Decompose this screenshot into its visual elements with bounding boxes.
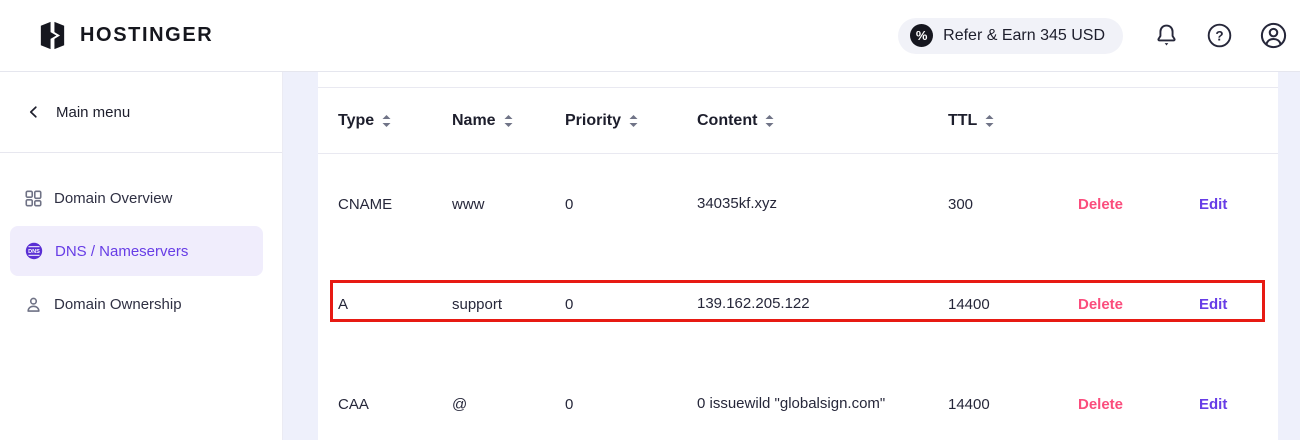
brand-wordmark: HOSTINGER (80, 24, 213, 47)
person-icon (25, 296, 42, 313)
column-header-name[interactable]: Name (452, 112, 565, 130)
back-to-main-menu[interactable]: Main menu (0, 72, 282, 152)
cell-ttl: 14400 (948, 296, 1078, 313)
column-header-priority[interactable]: Priority (565, 112, 697, 130)
svg-text:DNS: DNS (28, 249, 40, 255)
bell-icon (1153, 22, 1180, 49)
edit-record-button[interactable]: Edit (1199, 296, 1227, 313)
percent-badge-icon: % (910, 24, 933, 47)
sidebar-item-label: Domain Overview (54, 190, 172, 207)
help-button[interactable]: ? (1206, 22, 1233, 49)
sidebar: Main menu Domain Overview (0, 72, 283, 440)
column-header-ttl[interactable]: TTL (948, 112, 1078, 130)
table-row-caa: CAA @ 0 0 issuewild "globalsign.com" 144… (318, 354, 1278, 440)
hostinger-logo-icon (36, 19, 69, 52)
cell-content: 34035kf.xyz (697, 190, 897, 218)
sort-icon (984, 114, 995, 128)
sidebar-item-label: Domain Ownership (54, 296, 182, 313)
cell-ttl: 14400 (948, 396, 1078, 413)
column-header-content[interactable]: Content (697, 112, 948, 130)
column-label: Priority (565, 112, 621, 130)
cell-type: CAA (338, 396, 452, 413)
delete-record-button[interactable]: Delete (1078, 396, 1123, 413)
table-header-row: Type Name Priority (318, 88, 1278, 154)
cell-priority: 0 (565, 296, 697, 313)
top-header: HOSTINGER % Refer & Earn 345 USD ? (0, 0, 1300, 72)
account-button[interactable] (1259, 21, 1288, 50)
table-top-edge (318, 72, 1278, 88)
cell-name: www (452, 196, 565, 213)
sidebar-item-domain-overview[interactable]: Domain Overview (10, 173, 263, 223)
sidebar-item-dns-nameservers[interactable]: DNS DNS / Nameservers (10, 226, 263, 276)
dns-globe-icon: DNS (25, 242, 43, 260)
back-label: Main menu (56, 104, 130, 121)
grid-icon (25, 190, 42, 207)
sort-icon (381, 114, 392, 128)
cell-type: CNAME (338, 196, 452, 213)
sort-icon (503, 114, 514, 128)
cell-content: 0 issuewild "globalsign.com" (697, 390, 897, 418)
column-header-type[interactable]: Type (338, 112, 452, 130)
cell-name: support (452, 296, 565, 313)
hostinger-logo[interactable]: HOSTINGER (36, 19, 213, 52)
help-icon: ? (1206, 22, 1233, 49)
column-label: Name (452, 112, 496, 130)
delete-record-button[interactable]: Delete (1078, 196, 1123, 213)
cell-priority: 0 (565, 196, 697, 213)
cell-content: 139.162.205.122 (697, 290, 897, 318)
sort-icon (628, 114, 639, 128)
sidebar-item-label: DNS / Nameservers (55, 243, 188, 260)
table-row-cname: CNAME www 0 34035kf.xyz 300 Delete Edit (318, 154, 1278, 254)
main-content: Type Name Priority (283, 72, 1300, 440)
sidebar-menu: Domain Overview DNS DNS / Nameservers (0, 173, 282, 329)
refer-earn-button[interactable]: % Refer & Earn 345 USD (898, 18, 1123, 54)
delete-record-button[interactable]: Delete (1078, 296, 1123, 313)
column-label: Content (697, 112, 757, 130)
cell-priority: 0 (565, 396, 697, 413)
sort-icon (764, 114, 775, 128)
cell-type: A (338, 296, 452, 313)
edit-record-button[interactable]: Edit (1199, 396, 1227, 413)
svg-text:?: ? (1215, 28, 1223, 43)
table-body: CNAME www 0 34035kf.xyz 300 Delete Edit … (318, 154, 1278, 440)
sidebar-item-domain-ownership[interactable]: Domain Ownership (10, 279, 263, 329)
table-row-a-highlighted: A support 0 139.162.205.122 14400 Delete… (318, 254, 1278, 354)
cell-ttl: 300 (948, 196, 1078, 213)
chevron-left-icon (27, 105, 41, 119)
edit-record-button[interactable]: Edit (1199, 196, 1227, 213)
sidebar-divider (0, 152, 282, 153)
cell-name: @ (452, 396, 565, 413)
column-label: TTL (948, 112, 977, 130)
account-icon (1259, 21, 1288, 50)
column-label: Type (338, 112, 374, 130)
refer-earn-label: Refer & Earn 345 USD (943, 27, 1105, 45)
dns-records-table-card: Type Name Priority (318, 72, 1278, 440)
notifications-button[interactable] (1153, 22, 1180, 49)
